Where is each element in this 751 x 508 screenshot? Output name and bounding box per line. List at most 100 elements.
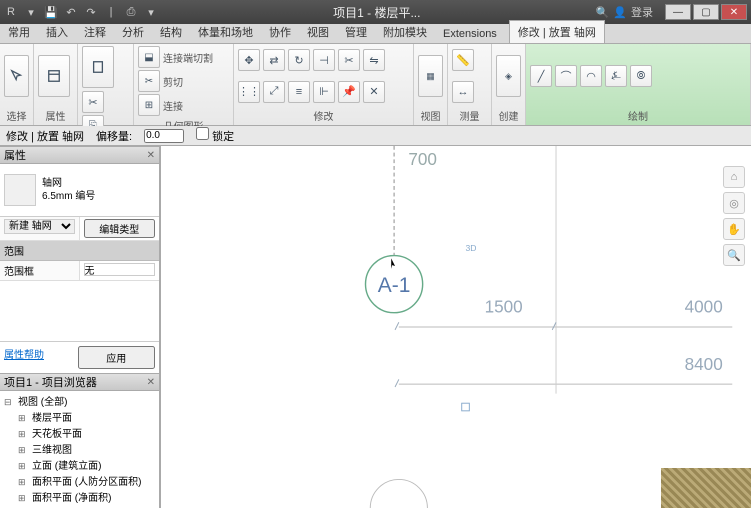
pin-icon[interactable]: 📌 [338,81,360,103]
ribbon-tabs: 常用 插入 注释 分析 结构 体量和场地 协作 视图 管理 附加模块 Exten… [0,24,751,44]
arc-icon[interactable]: ⌒ [555,65,577,87]
resize-grip[interactable] [661,468,751,508]
tab-manage[interactable]: 管理 [337,21,375,43]
cut-icon[interactable]: ✂ [82,91,104,113]
search-icon: 🔍 [596,6,610,19]
dim-700: 700 [408,149,437,169]
properties-button[interactable] [38,55,70,97]
offset-label: 偏移量: [96,128,132,144]
properties-help-link[interactable]: 属性帮助 [4,346,74,369]
group-modify: 修改 [238,106,409,123]
prop-scope-box-label: 范围框 [0,261,80,280]
mirror-icon[interactable]: ⇋ [363,49,385,71]
join-tool[interactable]: ⊞连接 [138,94,183,116]
close-icon[interactable]: ✕ [147,377,155,388]
multi-segment-icon[interactable]: ⦾ [630,65,652,87]
tree-area1[interactable]: 面积平面 (人防分区面积) [18,475,155,491]
drawing-canvas[interactable]: 700 A-1 3D 1500 4000 8400 ⌂ ◎ [160,146,751,508]
app-icon[interactable]: R [4,5,18,19]
tab-annotate[interactable]: 注释 [76,21,114,43]
rotate-icon[interactable]: ↻ [288,49,310,71]
dim-8400: 8400 [685,354,723,374]
paste-button[interactable] [82,46,114,88]
pick-line-icon[interactable]: ⍼ [605,65,627,87]
close-button[interactable]: ✕ [721,4,747,20]
login-label[interactable]: 登录 [631,4,653,20]
options-bar: 修改 | 放置 轴网 偏移量: 锁定 [0,126,751,146]
tab-collab[interactable]: 协作 [261,21,299,43]
split-icon[interactable]: ✂ [338,49,360,71]
help-search[interactable]: 🔍 👤 登录 [596,4,653,20]
move-icon[interactable]: ✥ [238,49,260,71]
minimize-button[interactable]: — [665,4,691,20]
close-icon[interactable]: ✕ [147,150,155,161]
tree-floor-plans[interactable]: 楼层平面 [18,411,155,427]
nav-wheel-icon[interactable]: ◎ [723,192,745,214]
group-draw: 绘制 [530,106,746,123]
arc3-icon[interactable]: ◠ [580,65,602,87]
cope-tool[interactable]: ⬓连接端切割 [138,46,213,68]
create-tool[interactable]: ◈ [496,55,521,97]
tab-modify-grid[interactable]: 修改 | 放置 轴网 [509,20,605,43]
group-properties: 属性 [38,106,73,123]
tab-view[interactable]: 视图 [299,21,337,43]
tab-home[interactable]: 常用 [0,21,38,43]
apply-button[interactable]: 应用 [78,346,156,369]
prop-category: 范围 [0,241,159,261]
tab-extensions[interactable]: Extensions [435,25,505,43]
group-select: 选择 [4,106,29,123]
undo-icon[interactable]: ↶ [64,5,78,19]
tab-analyze[interactable]: 分析 [114,21,152,43]
browser-panel-head[interactable]: 项目1 - 项目浏览器✕ [0,373,159,391]
view-controls: ⌂ ◎ ✋ 🔍 [723,166,745,266]
print-icon[interactable]: ⎙ [124,5,138,19]
view-tool[interactable]: ▦ [418,55,443,97]
tree-views[interactable]: 视图 (全部) 楼层平面 天花板平面 三维视图 立面 (建筑立面) 面积平面 (… [4,395,155,508]
pan-icon[interactable]: ✋ [723,218,745,240]
copy-mod-icon[interactable]: ⇄ [263,49,285,71]
tree-elevations[interactable]: 立面 (建筑立面) [18,459,155,475]
dim-4000: 4000 [685,297,723,317]
scale-icon[interactable]: ⤢ [263,81,285,103]
grid-bubble-label[interactable]: A-1 [378,274,411,297]
home-icon[interactable]: ⌂ [723,166,745,188]
properties-panel-head[interactable]: 属性✕ [0,146,159,164]
edit-type-button[interactable]: 编辑类型 [84,219,156,238]
trim-icon[interactable]: ⊣ [313,49,335,71]
align-icon[interactable]: ⊩ [313,81,335,103]
dimension-icon[interactable]: ↔ [452,81,474,103]
redo-icon[interactable]: ↷ [84,5,98,19]
user-icon: 👤 [613,6,627,19]
save-icon[interactable]: 💾 [44,5,58,19]
array-icon[interactable]: ⋮⋮ [238,81,260,103]
lock-checkbox[interactable]: 锁定 [196,127,234,144]
new-instance-select[interactable]: 新建 轴网 [4,219,75,234]
type-selector[interactable]: 轴网6.5mm 编号 [0,164,159,217]
maximize-button[interactable]: ▢ [693,4,719,20]
prop-scope-box-value[interactable] [84,263,156,276]
ribbon: 选择 属性 ✂ ⎘ 剪贴板 ⬓连接端切割 ✂剪切 ⊞连接 几 [0,44,751,126]
group-measure: 测量 [452,106,487,123]
tab-insert[interactable]: 插入 [38,21,76,43]
tab-addins[interactable]: 附加模块 [375,21,435,43]
select-tool[interactable] [4,55,29,97]
tab-structure[interactable]: 结构 [152,21,190,43]
quick-access-toolbar: R ▾ 💾 ↶ ↷ | ⎙ ▾ [4,5,158,19]
open-icon[interactable]: ▾ [24,5,38,19]
project-browser[interactable]: 视图 (全部) 楼层平面 天花板平面 三维视图 立面 (建筑立面) 面积平面 (… [0,391,159,508]
qat-more-icon[interactable]: ▾ [144,5,158,19]
tree-area2[interactable]: 面积平面 (净面积) [18,491,155,507]
tree-3d-views[interactable]: 三维视图 [18,443,155,459]
delete-icon[interactable]: ✕ [363,81,385,103]
measure-icon[interactable]: 📏 [452,49,474,71]
window-title: 项目1 - 楼层平... [333,4,420,21]
line-icon[interactable]: ╱ [530,65,552,87]
dim-1500: 1500 [485,297,523,317]
tab-massing[interactable]: 体量和场地 [190,21,261,43]
offset-icon[interactable]: ≡ [288,81,310,103]
properties-panel: 轴网6.5mm 编号 新建 轴网 编辑类型 范围 范围框 属性帮助 应用 [0,164,159,373]
tree-ceiling-plans[interactable]: 天花板平面 [18,427,155,443]
cut-geom-tool[interactable]: ✂剪切 [138,70,183,92]
offset-input[interactable] [144,129,184,143]
zoom-icon[interactable]: 🔍 [723,244,745,266]
